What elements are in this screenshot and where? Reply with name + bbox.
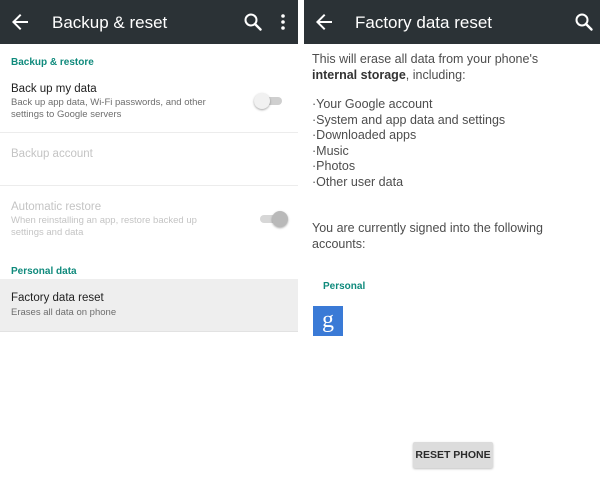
setting-factory-data-reset[interactable]: Factory data reset Erases all data on ph… — [0, 279, 298, 331]
list-item: ·Your Google account — [312, 97, 433, 111]
arrow-left-icon[interactable] — [312, 10, 336, 34]
search-icon[interactable] — [572, 10, 596, 34]
page-title: Factory data reset — [355, 13, 493, 32]
back-up-toggle[interactable] — [254, 93, 284, 109]
setting-title: Backup account — [11, 148, 93, 160]
search-icon[interactable] — [241, 10, 265, 34]
warning-tail: , including: — [405, 67, 466, 82]
toggle-thumb — [272, 211, 288, 227]
more-vert-icon[interactable] — [271, 10, 295, 34]
factory-data-reset-screen: Factory data reset This will erase all d… — [304, 0, 600, 478]
toggle-thumb — [254, 93, 270, 109]
setting-summary: Erases all data on phone — [11, 307, 117, 318]
account-label: Personal — [323, 281, 366, 292]
list-item: ·Music — [312, 143, 349, 158]
setting-summary: Back up app data, Wi-Fi passwords, and o… — [11, 97, 206, 120]
arrow-left-icon[interactable] — [8, 10, 32, 34]
setting-title: Back up my data — [11, 83, 97, 95]
divider — [0, 132, 298, 133]
reset-phone-button[interactable]: RESET PHONE — [413, 442, 493, 468]
section-header-backup-restore: Backup & restore — [11, 57, 94, 68]
list-item: ·Photos — [312, 159, 356, 173]
list-item: ·System and app data and settings — [312, 112, 506, 127]
warning-bold: internal storage — [312, 67, 406, 82]
warning-plain: This will erase all data from your phone… — [312, 52, 539, 66]
google-icon: g — [313, 306, 343, 336]
signed-in-text: You are currently signed into the follow… — [312, 221, 543, 251]
section-header-personal-data: Personal data — [11, 266, 77, 277]
divider — [0, 185, 298, 186]
setting-title: Factory data reset — [11, 292, 104, 304]
backup-reset-screen: Backup & reset Backup & restore Back up … — [0, 0, 298, 478]
left-toolbar: Backup & reset — [0, 0, 298, 44]
reset-warning-text: This will erase all data from your phone… — [312, 52, 592, 83]
automatic-restore-toggle — [258, 211, 288, 227]
setting-summary: When reinstalling an app, restore backed… — [11, 215, 197, 238]
right-toolbar: Factory data reset — [304, 0, 600, 44]
list-item: ·Downloaded apps — [312, 128, 417, 142]
divider — [0, 331, 298, 332]
page-title: Backup & reset — [52, 13, 168, 32]
list-item: ·Other user data — [312, 174, 404, 189]
setting-title: Automatic restore — [11, 201, 102, 213]
